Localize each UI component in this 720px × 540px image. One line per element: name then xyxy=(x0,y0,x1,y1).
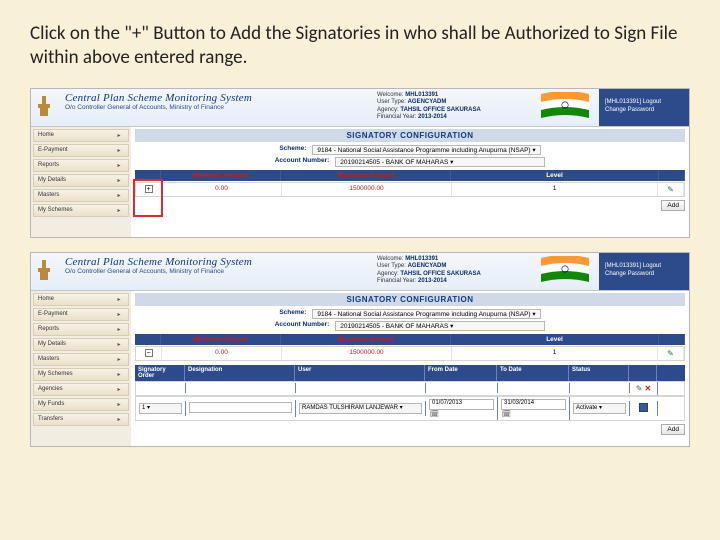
sidebar-item[interactable]: Reports▸ xyxy=(33,159,129,172)
to-date-input[interactable]: 31/03/2014 xyxy=(501,399,566,410)
sidebar-item[interactable]: Masters▸ xyxy=(33,353,129,366)
edit-icon[interactable]: ✎ xyxy=(667,349,674,358)
delete-icon[interactable]: ✕ xyxy=(645,384,652,393)
signatory-row: 1 ▾ RAMDAS TULSHIRAM LANJEWAR ▾ 01/07/20… xyxy=(135,396,685,421)
min-amount-value: 0.00 xyxy=(162,347,282,360)
callout-frame xyxy=(133,179,163,217)
app-subtitle: O/o Controller General of Accounts, Mini… xyxy=(65,104,363,111)
sidebar-item[interactable]: My Details▸ xyxy=(33,338,129,351)
sidebar-item[interactable]: E-Payment▸ xyxy=(33,308,129,321)
col-designation: Designation xyxy=(185,365,295,381)
account-label: Account Number: xyxy=(275,157,330,167)
col-status: Status xyxy=(569,365,629,381)
sig-order-select[interactable]: 1 ▾ xyxy=(139,403,182,414)
sidebar-item[interactable]: My Schemes▸ xyxy=(33,368,129,381)
col-max: Maximum Amount xyxy=(281,170,451,181)
change-password-link[interactable]: Change Password xyxy=(605,107,683,115)
max-amount-value: 1500000.00 xyxy=(282,183,452,196)
app-emblem xyxy=(31,89,57,126)
calendar-icon[interactable]: 🗓 xyxy=(502,411,511,418)
app-emblem xyxy=(31,253,57,290)
col-level: Level xyxy=(451,170,659,181)
edit-icon[interactable]: ✎ xyxy=(667,185,674,194)
level-value: 1 xyxy=(452,183,658,196)
account-select[interactable]: 20190214505 - BANK OF MAHARAS ▾ xyxy=(335,157,545,167)
calendar-icon[interactable]: 🗓 xyxy=(430,411,439,418)
col-sig-order: Signatory Order xyxy=(135,365,185,381)
sidebar-item[interactable]: E-Payment▸ xyxy=(33,144,129,157)
sidebar-item[interactable]: Masters▸ xyxy=(33,189,129,202)
max-amount-value: 1500000.00 xyxy=(282,347,452,360)
status-select[interactable]: Activate ▾ xyxy=(573,403,626,414)
min-amount-value: 0.00 xyxy=(162,183,282,196)
collapse-minus-button[interactable]: − xyxy=(145,349,153,357)
account-select[interactable]: 20190214505 - BANK OF MAHARAS ▾ xyxy=(335,321,545,331)
app-title: Central Plan Scheme Monitoring System xyxy=(65,92,363,104)
col-level: Level xyxy=(451,334,659,345)
instruction-text: Click on the "+" Button to Add the Signa… xyxy=(30,22,690,70)
change-password-link[interactable]: Change Password xyxy=(605,271,683,279)
sidebar-item[interactable]: My Funds▸ xyxy=(33,398,129,411)
header-account-corner: [MHL013391] Logout Change Password xyxy=(599,89,689,126)
side-nav: Home▸ E-Payment▸ Reports▸ My Details▸ Master… xyxy=(31,291,131,446)
scheme-label: Scheme: xyxy=(279,145,306,155)
header-account-corner: [MHL013391] Logout Change Password xyxy=(599,253,689,290)
save-icon[interactable] xyxy=(639,403,648,412)
user-select[interactable]: RAMDAS TULSHIRAM LANJEWAR ▾ xyxy=(299,403,422,414)
account-label: Account Number: xyxy=(275,321,330,331)
col-min: Minimum Amount xyxy=(161,170,281,181)
scheme-select[interactable]: 9184 - National Social Assistance Progra… xyxy=(312,309,540,319)
add-button[interactable]: Add xyxy=(661,200,685,211)
col-min: Minimum Amount xyxy=(161,334,281,345)
scheme-select[interactable]: 9184 - National Social Assistance Progra… xyxy=(312,145,540,155)
screenshot-1: Central Plan Scheme Monitoring System O/… xyxy=(30,88,690,238)
flag-icon xyxy=(531,89,599,126)
app-title: Central Plan Scheme Monitoring System xyxy=(65,256,363,268)
col-user: User xyxy=(295,365,425,381)
sidebar-item[interactable]: Home▸ xyxy=(33,129,129,142)
section-header: SIGNATORY CONFIGURATION xyxy=(135,129,685,142)
screenshot-2: Central Plan Scheme Monitoring System O/… xyxy=(30,252,690,447)
sidebar-item[interactable]: Agencies▸ xyxy=(33,383,129,396)
logout-link[interactable]: [MHL013391] Logout xyxy=(605,263,683,271)
sidebar-item[interactable]: My Schemes▸ xyxy=(33,204,129,217)
designation-input[interactable] xyxy=(189,402,292,413)
logout-link[interactable]: [MHL013391] Logout xyxy=(605,99,683,107)
edit-icon[interactable]: ✎ xyxy=(636,384,643,393)
col-max: Maximum Amount xyxy=(281,334,451,345)
side-nav: Home▸ E-Payment▸ Reports▸ My Details▸ Master… xyxy=(31,127,131,237)
level-value: 1 xyxy=(452,347,658,360)
range-row: + 0.00 1500000.00 1 ✎ xyxy=(135,182,685,197)
sidebar-item[interactable]: Reports▸ xyxy=(33,323,129,336)
section-header: SIGNATORY CONFIGURATION xyxy=(135,293,685,306)
col-to-date: To Date xyxy=(497,365,569,381)
flag-icon xyxy=(531,253,599,290)
user-meta: Welcome: MHL013391 User Type: AGENCYADM … xyxy=(371,253,531,290)
scheme-label: Scheme: xyxy=(279,309,306,319)
from-date-input[interactable]: 01/07/2013 xyxy=(429,399,494,410)
user-meta: Welcome: MHL013391 User Type: AGENCYADM … xyxy=(371,89,531,126)
add-button[interactable]: Add xyxy=(661,424,685,435)
range-row: − 0.00 1500000.00 1 ✎ xyxy=(135,346,685,361)
sidebar-item[interactable]: My Details▸ xyxy=(33,174,129,187)
col-from-date: From Date xyxy=(425,365,497,381)
blank-signatory-row: ✎✕ xyxy=(135,381,685,396)
sidebar-item[interactable]: Transfers▸ xyxy=(33,413,129,426)
sidebar-item[interactable]: Home▸ xyxy=(33,293,129,306)
app-subtitle: O/o Controller General of Accounts, Mini… xyxy=(65,268,363,275)
